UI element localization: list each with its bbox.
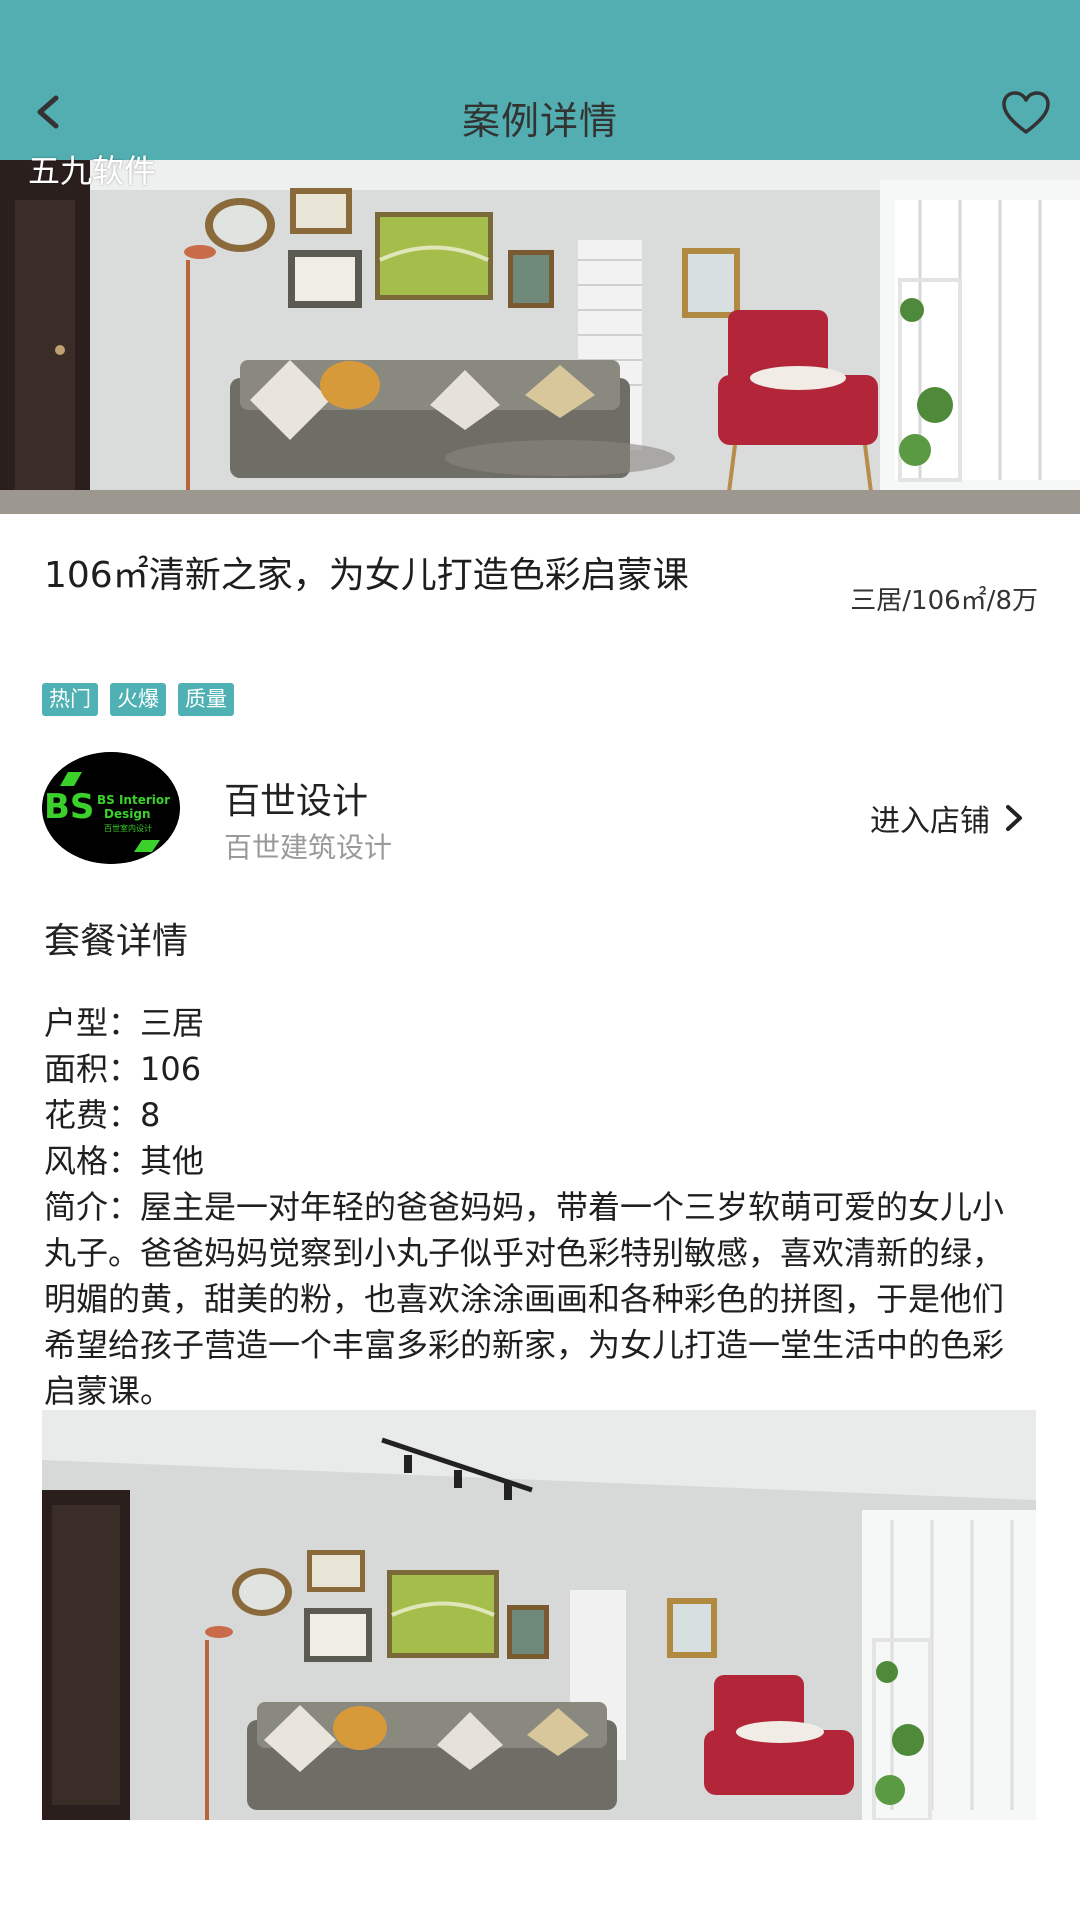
logo-line2: Design bbox=[104, 807, 151, 821]
heart-outline-icon[interactable] bbox=[1000, 90, 1052, 136]
shop-subtitle: 百世建筑设计 bbox=[224, 831, 393, 864]
logo-line1: BS Interior bbox=[97, 793, 170, 807]
logo-line3: 百世室内设计 bbox=[104, 823, 152, 833]
package-section-title: 套餐详情 bbox=[44, 921, 189, 962]
package-details: 户型：三居 面积：106 花费：8 风格：其他 简介：屋主是一对年轻的爸爸妈妈，… bbox=[44, 1000, 1034, 1414]
shop-name[interactable]: 百世设计 bbox=[224, 772, 368, 824]
case-title: 106㎡清新之家，为女儿打造色彩启蒙课 bbox=[44, 555, 689, 596]
watermark-text: 五九软件 bbox=[28, 152, 157, 190]
detail-cost: 花费：8 bbox=[44, 1096, 161, 1134]
chevron-right-icon bbox=[1006, 805, 1022, 831]
detail-area: 面积：106 bbox=[44, 1050, 202, 1088]
detail-layout: 户型：三居 bbox=[44, 1004, 205, 1042]
shop-logo[interactable]: BS BS Interior Design 百世室内设计 bbox=[42, 752, 180, 864]
detail-intro: 简介：屋主是一对年轻的爸爸妈妈，带着一个三岁软萌可爱的女儿小丸子。爸爸妈妈觉察到… bbox=[44, 1188, 1005, 1410]
case-meta: 三居/106㎡/8万 bbox=[850, 586, 1038, 616]
tag-fire: 火爆 bbox=[110, 683, 166, 716]
enter-shop-button[interactable]: 进入店铺 bbox=[870, 796, 1024, 840]
page-title: 案例详情 bbox=[461, 99, 618, 143]
header-bar: 案例详情 bbox=[0, 0, 1080, 160]
detail-style: 风格：其他 bbox=[44, 1142, 205, 1180]
tag-hot: 热门 bbox=[42, 683, 98, 716]
case-cover-image bbox=[0, 160, 1080, 514]
tag-quality: 质量 bbox=[178, 683, 234, 716]
logo-main-text: BS bbox=[44, 787, 94, 827]
enter-shop-label: 进入店铺 bbox=[870, 804, 990, 839]
tag-list: 热门 火爆 质量 bbox=[42, 683, 234, 716]
case-detail-image bbox=[42, 1410, 1036, 1820]
